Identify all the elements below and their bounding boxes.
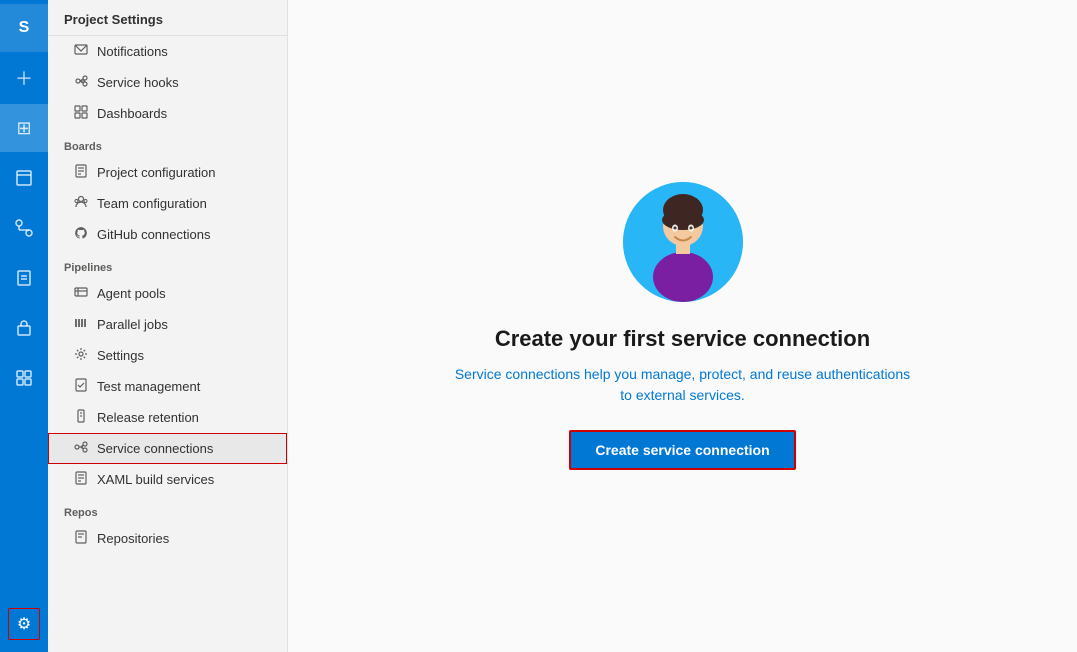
sidebar-item-agent-pools[interactable]: Agent pools: [48, 278, 287, 309]
release-retention-label: Release retention: [97, 410, 199, 425]
artifacts-icon[interactable]: [0, 304, 48, 352]
sidebar-item-parallel-jobs[interactable]: Parallel jobs: [48, 309, 287, 340]
sidebar-item-service-hooks[interactable]: Service hooks: [48, 67, 287, 98]
test-management-icon: [73, 378, 89, 395]
service-hooks-label: Service hooks: [97, 75, 179, 90]
xaml-build-services-label: XAML build services: [97, 472, 214, 487]
test-management-label: Test management: [97, 379, 200, 394]
repos-icon[interactable]: [0, 154, 48, 202]
sidebar-item-settings[interactable]: Settings: [48, 340, 287, 371]
sidebar-item-xaml-build-services[interactable]: XAML build services: [48, 464, 287, 495]
overview-icon[interactable]: ⊞: [0, 104, 48, 152]
project-configuration-label: Project configuration: [97, 165, 216, 180]
empty-state-description: Service connections help you manage, pro…: [453, 364, 913, 406]
testplans-icon[interactable]: [0, 254, 48, 302]
dashboards-icon: [73, 105, 89, 122]
sidebar-item-dashboards[interactable]: Dashboards: [48, 98, 287, 129]
empty-state-title: Create your first service connection: [495, 326, 870, 352]
create-service-connection-button[interactable]: Create service connection: [569, 430, 795, 470]
main-content: Create your first service connection Ser…: [288, 0, 1077, 652]
service-connections-icon: [73, 440, 89, 457]
sidebar-item-repositories[interactable]: Repositories: [48, 523, 287, 554]
extensions-icon[interactable]: [0, 354, 48, 402]
settings-icon: [73, 347, 89, 364]
github-icon: [73, 226, 89, 243]
notifications-label: Notifications: [97, 44, 168, 59]
pipelines-icon[interactable]: [0, 204, 48, 252]
service-hooks-icon: [73, 74, 89, 91]
notifications-icon: [73, 43, 89, 60]
agent-pools-label: Agent pools: [97, 286, 166, 301]
service-connections-label: Service connections: [97, 441, 213, 456]
github-connections-label: GitHub connections: [97, 227, 210, 242]
empty-state: Create your first service connection Ser…: [433, 162, 933, 490]
sidebar: Project Settings Notifications Service h…: [48, 0, 288, 652]
activity-bar: S ＋ ⊞: [0, 0, 48, 652]
settings-gear-icon[interactable]: ⚙: [8, 608, 40, 640]
release-retention-icon: [73, 409, 89, 426]
add-new-icon[interactable]: ＋: [0, 54, 48, 102]
sidebar-item-notifications[interactable]: Notifications: [48, 36, 287, 67]
parallel-jobs-icon: [73, 316, 89, 333]
parallel-jobs-label: Parallel jobs: [97, 317, 168, 332]
xaml-build-icon: [73, 471, 89, 488]
boards-section-title: Boards: [48, 129, 287, 157]
repositories-label: Repositories: [97, 531, 169, 546]
azure-devops-logo[interactable]: S: [0, 4, 48, 52]
sidebar-item-team-configuration[interactable]: Team configuration: [48, 188, 287, 219]
settings-label: Settings: [97, 348, 144, 363]
logo-letter: S: [19, 19, 30, 37]
repositories-icon: [73, 530, 89, 547]
sidebar-header: Project Settings: [48, 0, 287, 36]
project-config-icon: [73, 164, 89, 181]
sidebar-item-project-configuration[interactable]: Project configuration: [48, 157, 287, 188]
sidebar-item-release-retention[interactable]: Release retention: [48, 402, 287, 433]
sidebar-item-test-management[interactable]: Test management: [48, 371, 287, 402]
sidebar-item-service-connections[interactable]: Service connections: [48, 433, 287, 464]
avatar: [623, 182, 743, 302]
pipelines-section-title: Pipelines: [48, 250, 287, 278]
dashboards-label: Dashboards: [97, 106, 167, 121]
repos-section-title: Repos: [48, 495, 287, 523]
agent-pools-icon: [73, 285, 89, 302]
sidebar-item-github-connections[interactable]: GitHub connections: [48, 219, 287, 250]
team-config-icon: [73, 195, 89, 212]
team-configuration-label: Team configuration: [97, 196, 207, 211]
